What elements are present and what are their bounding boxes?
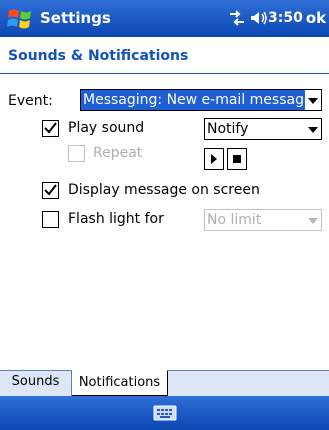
title-bar: Settings 3:50 ok — [0, 0, 329, 37]
flash-duration-value: No limit — [207, 212, 262, 228]
page-header: Sounds & Notifications — [0, 37, 329, 74]
play-sound-checkbox[interactable] — [42, 120, 59, 137]
checkmark-icon — [44, 122, 57, 134]
checkmark-icon — [44, 184, 57, 196]
volume-icon[interactable] — [250, 10, 268, 26]
repeat-checkbox[interactable] — [68, 145, 85, 162]
chevron-down-icon — [305, 210, 321, 230]
play-sound-label: Play sound — [68, 120, 145, 136]
event-label: Event: — [8, 93, 53, 109]
tab-strip: Sounds Notifications — [0, 370, 329, 397]
windows-start-flag-icon — [7, 9, 31, 29]
start-button[interactable] — [6, 6, 34, 32]
flash-light-checkbox[interactable] — [42, 211, 59, 228]
display-message-label: Display message on screen — [68, 182, 260, 198]
tab-notifications[interactable]: Notifications — [72, 370, 168, 396]
stop-button[interactable] — [227, 148, 247, 170]
play-icon — [211, 154, 217, 164]
connectivity-icon[interactable] — [228, 10, 246, 26]
event-dropdown[interactable]: Messaging: New e-mail message — [80, 89, 322, 111]
event-dropdown-value: Messaging: New e-mail message — [81, 90, 315, 110]
stop-icon — [233, 155, 241, 163]
sound-dropdown-value: Notify — [207, 121, 249, 137]
display-message-checkbox[interactable] — [42, 182, 59, 199]
chevron-down-icon — [305, 90, 321, 110]
tab-sounds[interactable]: Sounds — [0, 370, 72, 396]
keyboard-icon[interactable] — [153, 404, 177, 422]
repeat-label: Repeat — [93, 145, 143, 161]
ok-button[interactable]: ok — [303, 5, 329, 31]
chevron-down-icon — [305, 119, 321, 139]
play-button[interactable] — [204, 148, 224, 170]
page-title: Sounds & Notifications — [8, 48, 189, 64]
bottom-menu-bar — [0, 396, 329, 430]
flash-duration-dropdown[interactable]: No limit — [204, 209, 322, 231]
flash-light-label: Flash light for — [68, 211, 164, 227]
clock[interactable]: 3:50 — [268, 8, 303, 28]
sound-dropdown[interactable]: Notify — [204, 118, 322, 140]
app-title: Settings — [40, 9, 111, 27]
